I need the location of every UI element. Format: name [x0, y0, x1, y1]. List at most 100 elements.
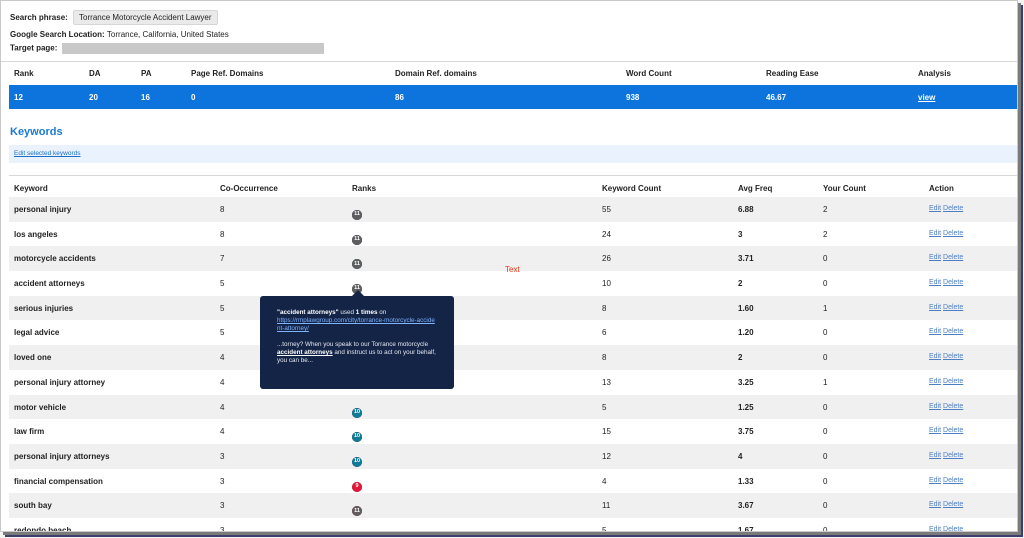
- avg-freq-cell: 3.71: [738, 254, 754, 264]
- table-row: redondo beach3591151.670Edit Delete: [9, 518, 1017, 532]
- rank-badge[interactable]: 5: [352, 530, 362, 531]
- edit-link[interactable]: Edit: [929, 254, 941, 261]
- delete-link[interactable]: Delete: [943, 427, 963, 434]
- edit-link[interactable]: Edit: [929, 205, 941, 212]
- app-frame: Search phrase: Torrance Motorcycle Accid…: [0, 0, 1018, 532]
- stats-header-word-count: Word Count: [626, 69, 672, 78]
- table-row: legal advice 5 6 1.20 0 Edit Delete: [9, 320, 1017, 345]
- tooltip-on: on: [377, 309, 387, 316]
- keyword-count-cell: 11: [602, 501, 611, 511]
- avg-freq-cell: 1.25: [738, 402, 754, 412]
- edit-link[interactable]: Edit: [929, 477, 941, 484]
- delete-link[interactable]: Delete: [943, 378, 963, 385]
- keyword-count-cell: 55: [602, 205, 611, 214]
- target-page-redacted: [61, 43, 324, 54]
- table-row: los angeles814567910112432Edit Delete: [9, 222, 1017, 247]
- co-occurrence-cell: 5: [220, 328, 225, 338]
- keyword-count-cell: 5: [602, 402, 607, 412]
- delete-link[interactable]: Delete: [943, 254, 963, 261]
- edit-link[interactable]: Edit: [929, 378, 941, 385]
- delete-link[interactable]: Delete: [943, 452, 963, 459]
- table-row: serious injuries 5 8 1.60 1 Edit Delete: [9, 295, 1017, 321]
- edit-link[interactable]: Edit: [929, 526, 941, 531]
- co-occurrence-cell: 3: [220, 525, 225, 532]
- action-cell: Edit Delete: [929, 501, 963, 508]
- rank-badge[interactable]: 9: [352, 481, 362, 492]
- keyword-count-cell: 6: [602, 328, 607, 338]
- your-count-cell: 0: [823, 353, 828, 363]
- co-occurrence-cell: 5: [220, 303, 225, 313]
- edit-selected-keywords-link[interactable]: Edit selected keywords: [14, 150, 80, 157]
- stats-row: 12 20 16 0 86 938 46.67 view: [9, 85, 1017, 109]
- your-count-cell: 0: [823, 254, 828, 264]
- rank-badge[interactable]: 11: [352, 259, 362, 270]
- table-row: financial compensation347941.330Edit Del…: [9, 469, 1017, 494]
- stats-header-da: DA: [89, 69, 101, 78]
- stats-header-analysis: Analysis: [918, 69, 951, 78]
- delete-link[interactable]: Delete: [943, 353, 963, 360]
- avg-freq-cell: 1.60: [738, 303, 754, 313]
- stats-header-pa: PA: [141, 69, 152, 78]
- rank-badge[interactable]: 9: [352, 530, 362, 531]
- delete-link[interactable]: Delete: [943, 526, 963, 531]
- delete-link[interactable]: Delete: [943, 501, 963, 508]
- edit-link[interactable]: Edit: [929, 304, 941, 311]
- keyword-cell: serious injuries: [14, 303, 74, 313]
- rank-badge[interactable]: 10: [352, 456, 362, 467]
- co-occurrence-cell: 3: [220, 501, 225, 511]
- co-occurrence-cell: 7: [220, 254, 225, 264]
- keywords-title: Keywords: [10, 126, 63, 138]
- col-action: Action: [929, 184, 954, 193]
- edit-link[interactable]: Edit: [929, 501, 941, 508]
- avg-freq-cell: 1.20: [738, 328, 754, 338]
- stats-header-reading-ease: Reading Ease: [766, 69, 819, 78]
- delete-link[interactable]: Delete: [943, 403, 963, 410]
- keyword-count-cell: 15: [602, 427, 611, 437]
- table-row: personal injury attorney 4 13 3.25 1 Edit Del…: [9, 370, 1017, 395]
- action-cell: Edit Delete: [929, 304, 963, 311]
- delete-link[interactable]: Delete: [943, 304, 963, 311]
- avg-freq-cell: 1.67: [738, 525, 754, 532]
- rank-badge[interactable]: 11: [352, 506, 362, 517]
- stats-da: 20: [89, 93, 98, 102]
- delete-link[interactable]: Delete: [943, 230, 963, 237]
- action-cell: Edit Delete: [929, 427, 963, 434]
- edit-link[interactable]: Edit: [929, 353, 941, 360]
- analysis-view-link[interactable]: view: [918, 93, 935, 102]
- floating-text-label: Text: [505, 265, 520, 274]
- edit-link[interactable]: Edit: [929, 403, 941, 410]
- keyword-cell: legal advice: [14, 328, 60, 338]
- col-your-count: Your Count: [823, 184, 866, 193]
- tooltip-url-link[interactable]: https://rmplawgroup.com/city/torrance-mo…: [277, 317, 435, 332]
- search-location-row: Google Search Location: Torrance, Califo…: [10, 30, 229, 39]
- delete-link[interactable]: Delete: [943, 477, 963, 484]
- delete-link[interactable]: Delete: [943, 279, 963, 286]
- rank-badge[interactable]: 10: [352, 432, 362, 443]
- search-location-value: Torrance, California, United States: [106, 30, 229, 39]
- delete-link[interactable]: Delete: [943, 328, 963, 335]
- keyword-count-cell: 4: [602, 476, 607, 486]
- keyword-cell: accident attorneys: [14, 279, 85, 289]
- action-cell: Edit Delete: [929, 452, 963, 459]
- your-count-cell: 0: [823, 279, 828, 289]
- avg-freq-cell: 3.75: [738, 427, 754, 437]
- target-page-row: Target page:: [10, 43, 324, 54]
- delete-link[interactable]: Delete: [943, 205, 963, 212]
- edit-link[interactable]: Edit: [929, 230, 941, 237]
- rank-badge[interactable]: 11: [352, 530, 362, 531]
- search-phrase-value: Torrance Motorcycle Accident Lawyer: [73, 10, 218, 25]
- edit-link[interactable]: Edit: [929, 427, 941, 434]
- keyword-cell: motorcycle accidents: [14, 254, 96, 264]
- edit-link[interactable]: Edit: [929, 279, 941, 286]
- tooltip-snippet-pre: ...torney? When you speak to our Torranc…: [277, 341, 429, 348]
- rank-badge[interactable]: 11: [352, 210, 362, 220]
- edit-link[interactable]: Edit: [929, 328, 941, 335]
- rank-badge[interactable]: 11: [352, 234, 362, 245]
- keywords-table-body: personal injury81456791011556.882Edit De…: [9, 197, 1017, 532]
- stats-header: Rank DA PA Page Ref. Domains Domain Ref.…: [9, 61, 1017, 85]
- tooltip-snippet-keyword: accident attorneys: [277, 349, 333, 356]
- keyword-count-cell: 5: [602, 525, 607, 532]
- rank-badge[interactable]: 10: [352, 407, 362, 418]
- edit-link[interactable]: Edit: [929, 452, 941, 459]
- action-cell: Edit Delete: [929, 526, 963, 531]
